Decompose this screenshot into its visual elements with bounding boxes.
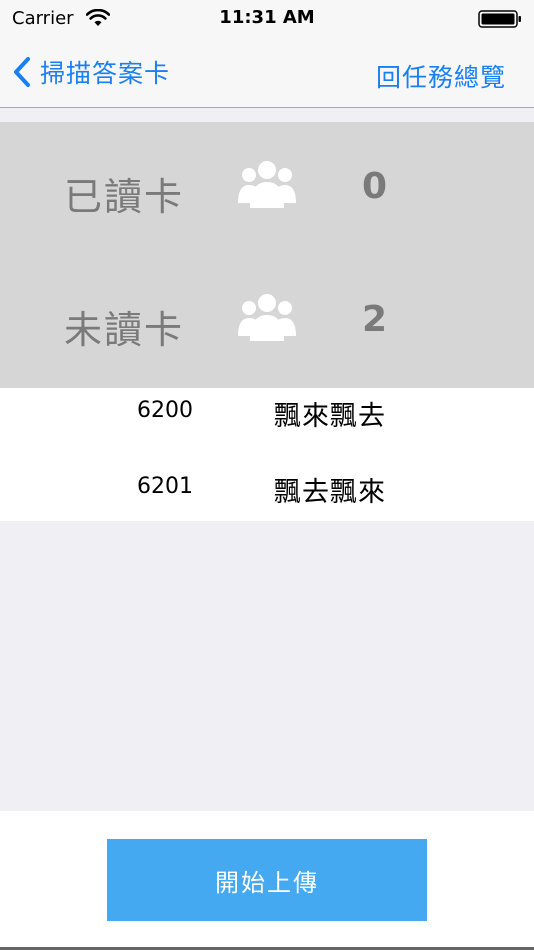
student-name: 飄去飄來 <box>274 477 386 508</box>
bottom-toolbar: 開始上傳 <box>0 811 534 950</box>
unread-cards-label: 未讀卡 <box>64 308 185 352</box>
read-cards-row: 已讀卡 0 <box>0 122 534 255</box>
start-upload-button[interactable]: 開始上傳 <box>107 839 427 921</box>
battery-icon <box>478 10 521 28</box>
stats-panel: 已讀卡 0 未讀卡 2 <box>0 122 534 388</box>
status-bar: Carrier 11:31 AM <box>0 0 534 40</box>
group-icon <box>238 161 296 208</box>
chevron-left-icon <box>14 57 30 87</box>
read-cards-label: 已讀卡 <box>64 175 185 219</box>
back-button-label: 掃描答案卡 <box>40 59 171 88</box>
status-time: 11:31 AM <box>219 7 315 28</box>
list-item[interactable]: 6200 飄來飄去 <box>0 388 534 448</box>
screen: Carrier 11:31 AM 掃描答案卡 回任務總覽 已讀卡 0 未讀卡 2… <box>0 0 534 950</box>
back-button[interactable]: 掃描答案卡 <box>12 52 170 92</box>
task-overview-button[interactable]: 回任務總覽 <box>376 58 506 94</box>
section-gap <box>0 108 534 122</box>
unread-cards-row: 未讀卡 2 <box>0 255 534 388</box>
empty-list-area <box>0 521 534 811</box>
student-name: 飄來飄去 <box>274 401 386 432</box>
unread-cards-count: 2 <box>362 299 388 340</box>
student-list: 6200 飄來飄去 6201 飄去飄來 <box>0 388 534 521</box>
navigation-bar: 掃描答案卡 回任務總覽 <box>0 40 534 108</box>
group-icon <box>238 294 296 341</box>
read-cards-count: 0 <box>362 166 388 207</box>
student-id: 6201 <box>137 474 193 499</box>
student-id: 6200 <box>137 398 193 423</box>
list-item[interactable]: 6201 飄去飄來 <box>0 464 534 524</box>
